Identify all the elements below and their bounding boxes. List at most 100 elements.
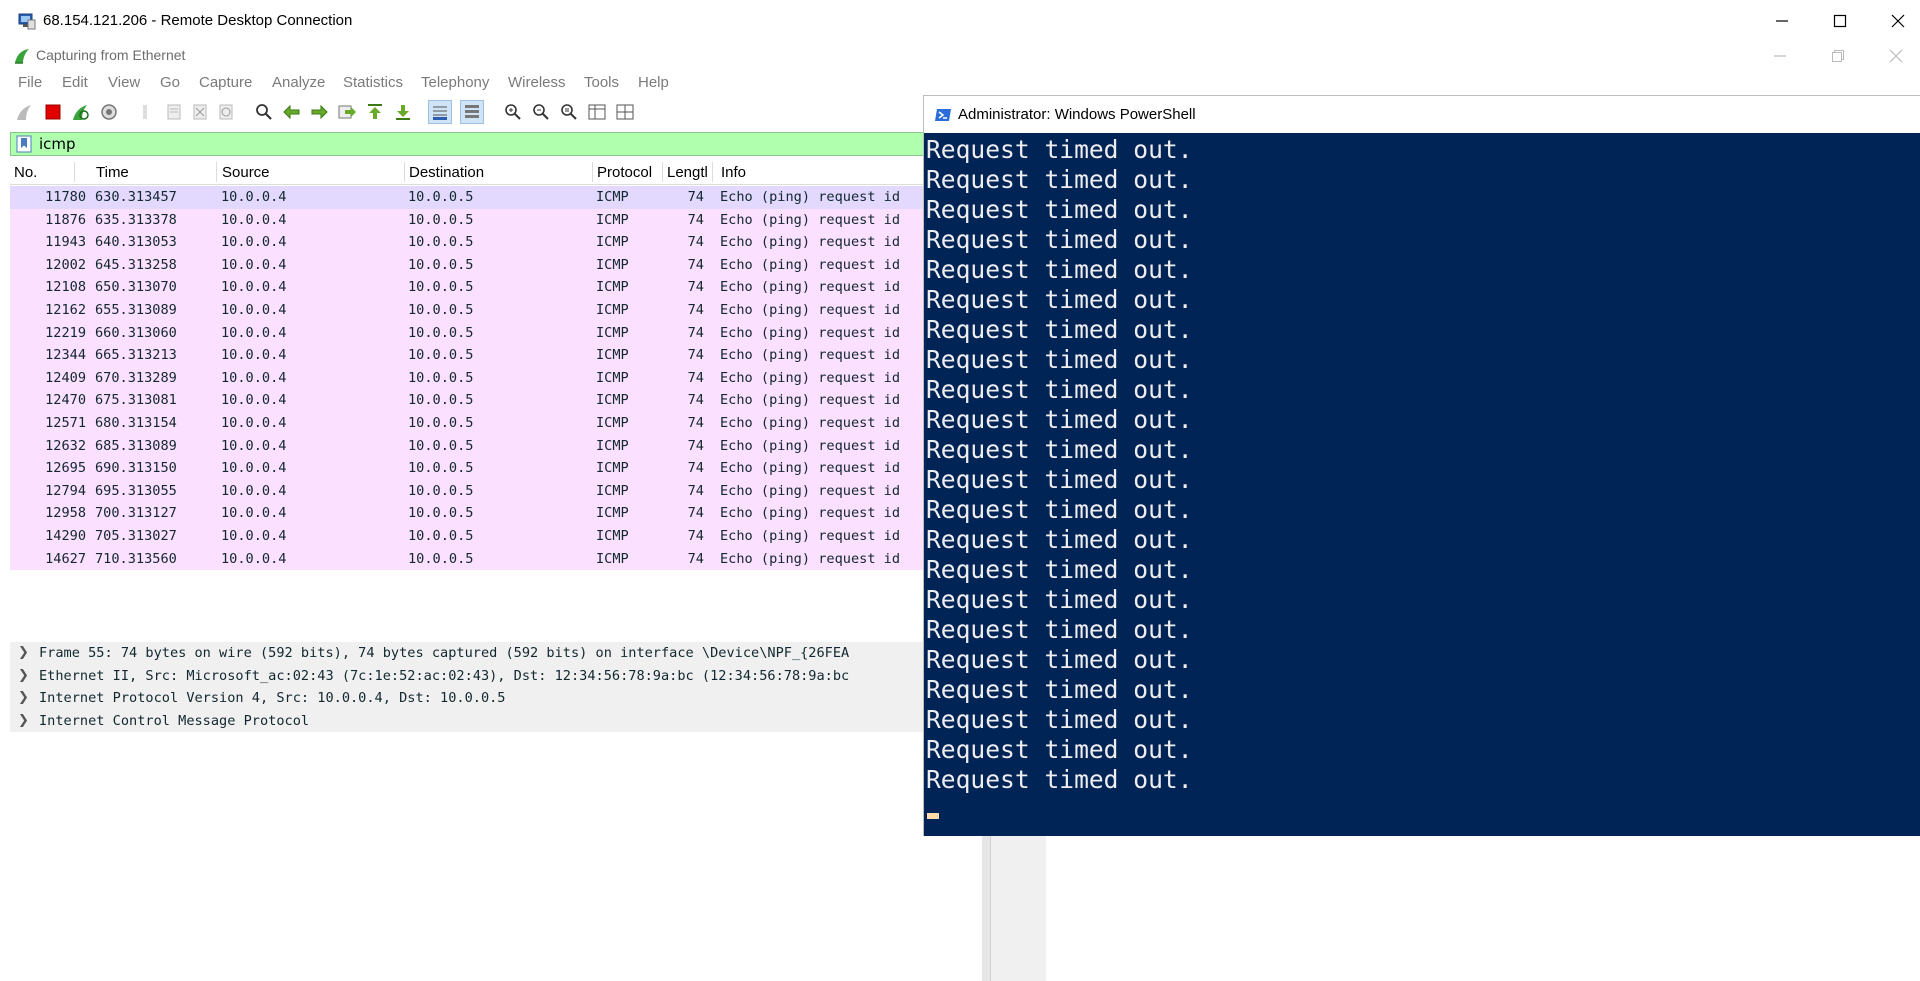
packet-row[interactable]: 12108 650.313070 10.0.0.4 10.0.0.5 ICMP 74 Ech… xyxy=(10,276,925,299)
detail-icmp[interactable]: ❯ Internet Control Message Protocol xyxy=(10,709,925,732)
menu-wireless[interactable]: Wireless xyxy=(508,74,566,91)
column-divider[interactable] xyxy=(592,162,593,182)
menu-help[interactable]: Help xyxy=(638,74,669,91)
detail-ipv4[interactable]: ❯ Internet Protocol Version 4, Src: 10.0… xyxy=(10,687,925,710)
packet-cell-dst: 10.0.0.5 xyxy=(408,189,474,205)
wireshark-minimize-button[interactable] xyxy=(1751,42,1809,70)
expand-arrow-icon[interactable]: ❯ xyxy=(18,713,29,728)
start-capture-button[interactable] xyxy=(13,100,37,124)
packet-cell-info: Echo (ping) request id xyxy=(720,324,901,341)
packet-cell-dst: 10.0.0.5 xyxy=(408,482,474,499)
packet-cell-src: 10.0.0.4 xyxy=(221,415,287,431)
packet-row[interactable]: 12958 700.313127 10.0.0.4 10.0.0.5 ICMP 74 Ech… xyxy=(10,502,925,525)
wireshark-title-bar[interactable]: Capturing from Ethernet xyxy=(0,42,1920,70)
packet-row[interactable]: 12162 655.313089 10.0.0.4 10.0.0.5 ICMP 74 Ech… xyxy=(10,299,925,322)
packet-row[interactable]: 12219 660.313060 10.0.0.4 10.0.0.5 ICMP 74 Ech… xyxy=(10,321,925,345)
column-divider[interactable] xyxy=(712,162,713,182)
find-packet-button[interactable] xyxy=(252,100,276,124)
close-button[interactable] xyxy=(1869,0,1920,42)
packet-cell-dst: 10.0.0.5 xyxy=(408,415,474,431)
menu-telephony[interactable]: Telephony xyxy=(421,74,489,91)
menu-statistics[interactable]: Statistics xyxy=(343,74,403,91)
go-forward-button[interactable] xyxy=(307,100,331,124)
packet-row[interactable]: 12470 675.313081 10.0.0.4 10.0.0.5 ICMP 74 Ech… xyxy=(10,389,925,412)
zoom-out-button[interactable] xyxy=(529,100,553,124)
packet-row[interactable]: 12695 690.313150 10.0.0.4 10.0.0.5 ICMP 74 Ech… xyxy=(10,457,925,480)
detail-ethernet[interactable]: ❯ Ethernet II, Src: Microsoft_ac:02:43 (… xyxy=(10,664,925,687)
go-first-packet-icon xyxy=(368,104,382,119)
go-to-packet-button[interactable] xyxy=(335,100,359,124)
column-divider[interactable] xyxy=(74,162,75,182)
auto-scroll-button[interactable] xyxy=(428,100,452,124)
packet-row[interactable]: 11943 640.313053 10.0.0.4 10.0.0.5 ICMP 74 Ech… xyxy=(10,231,925,254)
col-no[interactable]: No. xyxy=(14,164,37,181)
menu-capture[interactable]: Capture xyxy=(199,74,252,91)
packet-row[interactable]: 14627 710.313560 10.0.0.4 10.0.0.5 ICMP 74 Ech… xyxy=(10,547,925,571)
packet-row[interactable]: 11780 630.313457 10.0.0.4 10.0.0.5 ICMP 74 Ech… xyxy=(10,186,925,209)
menu-analyze[interactable]: Analyze xyxy=(272,74,325,91)
col-time[interactable]: Time xyxy=(96,164,129,181)
packet-cell-info: Echo (ping) request id xyxy=(720,482,901,499)
packet-row[interactable]: 12794 695.313055 10.0.0.4 10.0.0.5 ICMP 74 Ech… xyxy=(10,479,925,503)
go-last-packet-button[interactable] xyxy=(391,100,415,124)
menu-edit[interactable]: Edit xyxy=(62,74,88,91)
powershell-window-title: Administrator: Windows PowerShell xyxy=(958,106,1196,123)
console-line: Request timed out. xyxy=(926,735,1193,764)
packet-cell-proto: ICMP xyxy=(596,347,629,364)
col-info[interactable]: Info xyxy=(721,164,746,181)
reload-file-button[interactable] xyxy=(214,100,238,124)
powershell-console[interactable]: Request timed out. Request timed out. Requ… xyxy=(923,133,1920,836)
column-divider[interactable] xyxy=(404,162,405,182)
go-to-packet-icon xyxy=(338,105,356,119)
minimize-button[interactable] xyxy=(1753,0,1811,42)
bookmark-icon[interactable] xyxy=(15,135,33,153)
packet-cell-src: 10.0.0.4 xyxy=(221,302,287,318)
layout-button[interactable] xyxy=(613,100,637,124)
capture-options-button[interactable] xyxy=(97,100,121,124)
packet-row[interactable]: 11876 635.313378 10.0.0.4 10.0.0.5 ICMP 74 Ech… xyxy=(10,208,925,232)
normal-size-button[interactable] xyxy=(557,100,581,124)
console-line: Request timed out. xyxy=(926,405,1193,434)
packet-row[interactable]: 12409 670.313289 10.0.0.4 10.0.0.5 ICMP 74 Ech… xyxy=(10,366,925,390)
packet-cell-dst: 10.0.0.5 xyxy=(408,550,474,567)
col-protocol[interactable]: Protocol xyxy=(597,164,652,181)
close-file-button[interactable] xyxy=(188,100,212,124)
wireshark-restore-button[interactable] xyxy=(1809,42,1867,70)
menu-view[interactable]: View xyxy=(108,74,140,91)
packet-row[interactable]: 12344 665.313213 10.0.0.4 10.0.0.5 ICMP 74 Ech… xyxy=(10,344,925,367)
column-divider[interactable] xyxy=(662,162,663,182)
zoom-in-button[interactable] xyxy=(501,100,525,124)
powershell-title-bar[interactable]: Administrator: Windows PowerShell xyxy=(923,95,1920,133)
detail-frame[interactable]: ❯ Frame 55: 74 bytes on wire (592 bits),… xyxy=(10,642,925,665)
rdp-title-bar[interactable]: 68.154.121.206 - Remote Desktop Connecti… xyxy=(0,0,1920,43)
display-filter-bar[interactable]: icmp xyxy=(10,132,925,156)
packet-row[interactable]: 12002 645.313258 10.0.0.4 10.0.0.5 ICMP 74 Ech… xyxy=(10,253,925,277)
packet-row[interactable]: 12571 680.313154 10.0.0.4 10.0.0.5 ICMP 74 Ech… xyxy=(10,412,925,435)
restore-icon xyxy=(1832,50,1844,62)
col-source[interactable]: Source xyxy=(222,164,270,181)
stop-capture-button[interactable] xyxy=(41,100,65,124)
expand-arrow-icon[interactable]: ❯ xyxy=(18,690,29,705)
menu-tools[interactable]: Tools xyxy=(584,74,619,91)
menu-go[interactable]: Go xyxy=(160,74,180,91)
minimize-icon xyxy=(1774,55,1786,57)
colorize-button[interactable] xyxy=(460,100,484,124)
packet-row[interactable]: 12632 685.313089 10.0.0.4 10.0.0.5 ICMP 74 Ech… xyxy=(10,434,925,458)
go-first-packet-button[interactable] xyxy=(363,100,387,124)
wireshark-close-button[interactable] xyxy=(1867,42,1920,70)
col-destination[interactable]: Destination xyxy=(409,164,484,181)
display-filter-input[interactable]: icmp xyxy=(39,135,76,153)
restart-capture-button[interactable] xyxy=(69,100,93,124)
open-file-button[interactable] xyxy=(135,100,159,124)
save-file-icon xyxy=(167,104,181,120)
packet-row[interactable]: 14290 705.313027 10.0.0.4 10.0.0.5 ICMP 74 Ech… xyxy=(10,525,925,548)
expand-arrow-icon[interactable]: ❯ xyxy=(18,668,29,683)
save-file-button[interactable] xyxy=(162,100,186,124)
resize-columns-button[interactable] xyxy=(585,100,609,124)
column-divider[interactable] xyxy=(216,162,217,182)
maximize-button[interactable] xyxy=(1811,0,1869,42)
col-length[interactable]: Lengtl xyxy=(667,164,708,181)
menu-file[interactable]: File xyxy=(18,74,42,91)
expand-arrow-icon[interactable]: ❯ xyxy=(18,645,29,660)
go-back-button[interactable] xyxy=(280,100,304,124)
